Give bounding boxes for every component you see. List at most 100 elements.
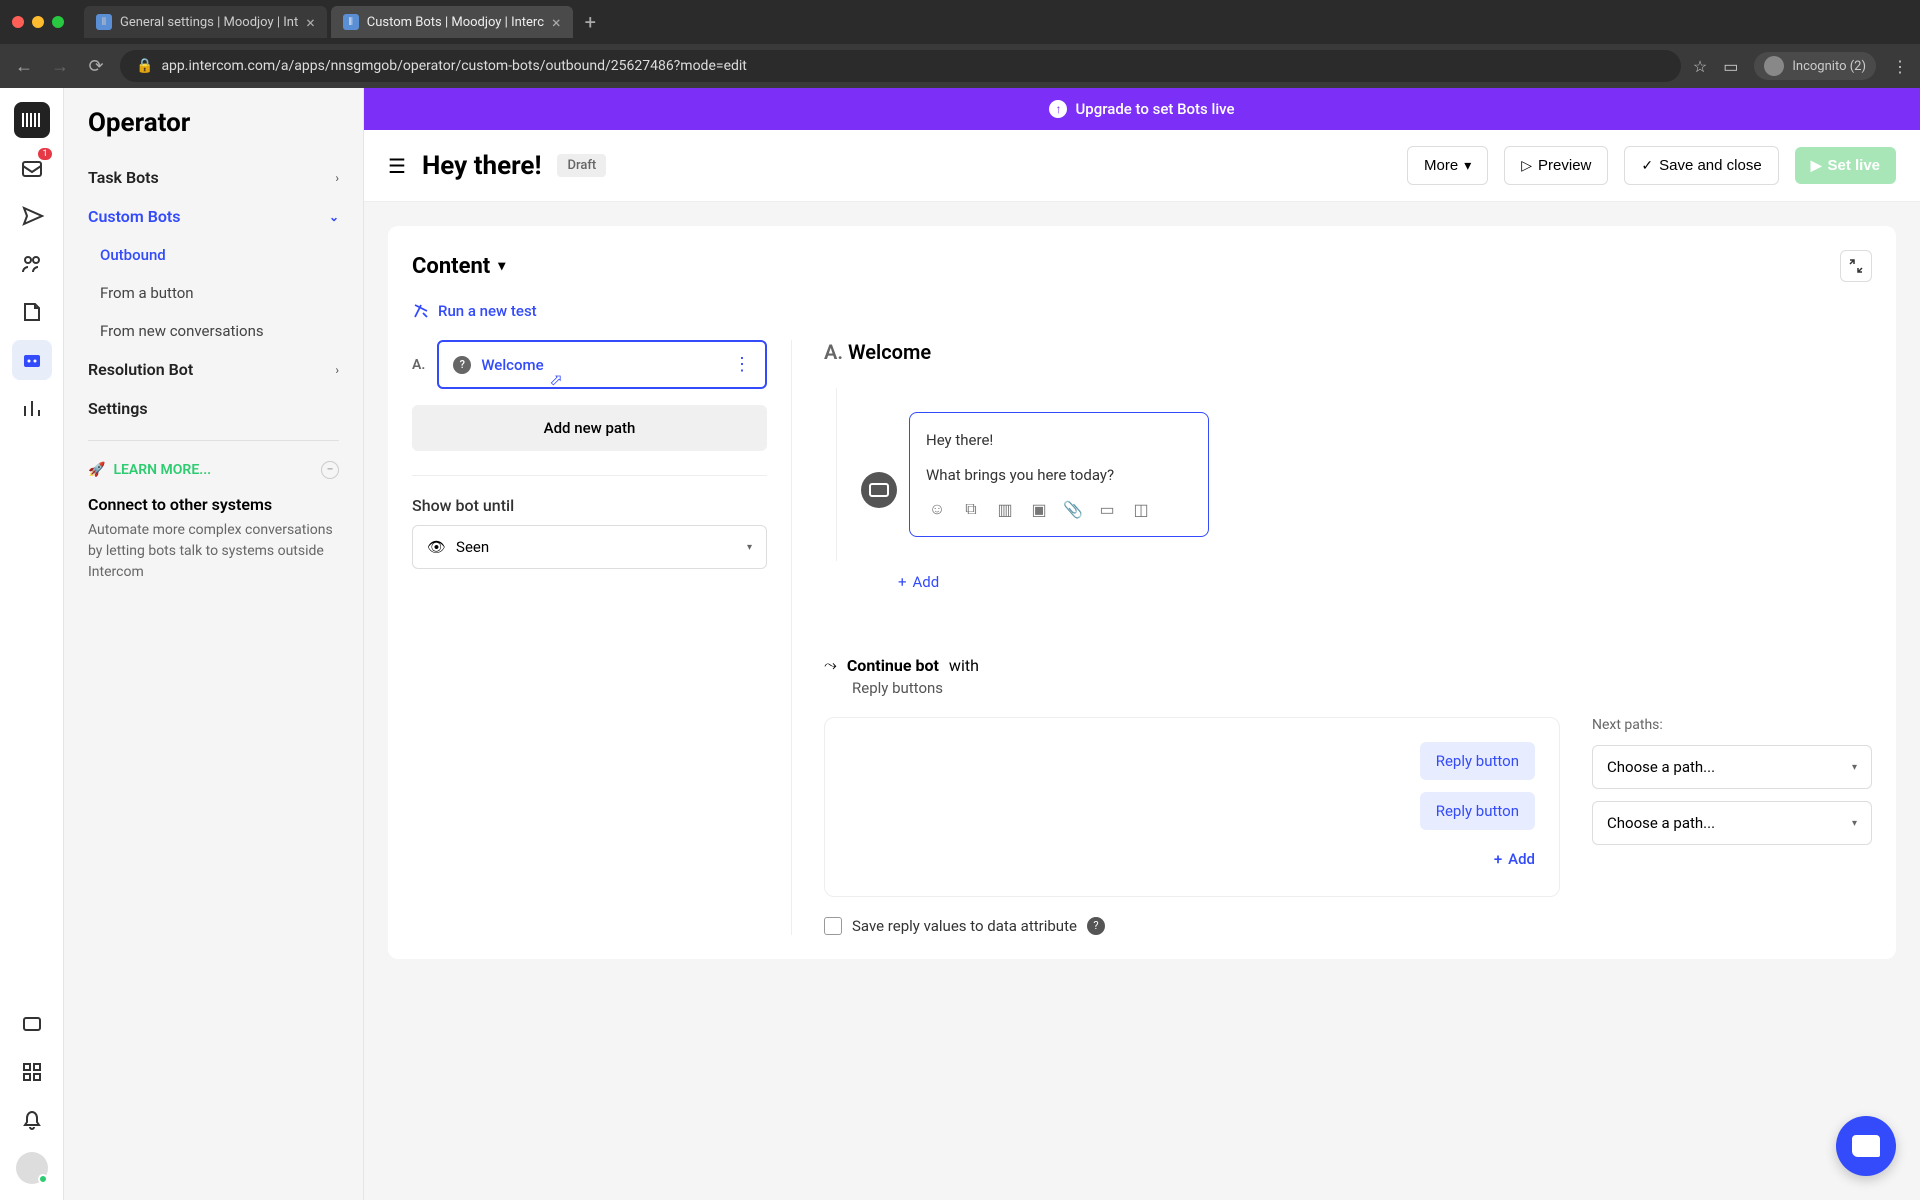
kebab-menu-icon[interactable]: ⋮ <box>1892 57 1908 76</box>
editor-name: Welcome <box>848 340 931 364</box>
rocket-icon: 🚀 <box>88 462 105 478</box>
sidebar-item-outbound[interactable]: Outbound <box>64 236 363 274</box>
sidebar-item-label: Task Bots <box>88 168 159 187</box>
sidebar-item-from-button[interactable]: From a button <box>64 274 363 312</box>
incognito-badge[interactable]: Incognito (2) <box>1754 52 1876 80</box>
continue-label-bold: Continue bot <box>847 656 939 675</box>
reload-button[interactable]: ⟳ <box>84 56 108 77</box>
intercom-icon <box>1852 1135 1880 1157</box>
rail-reports[interactable] <box>12 388 52 428</box>
new-tab-button[interactable]: + <box>577 10 604 34</box>
rail-messages[interactable] <box>12 1004 52 1044</box>
editor-title: A. Welcome <box>824 340 1872 364</box>
collapse-icon[interactable]: − <box>321 461 339 479</box>
rail-outbound[interactable] <box>12 196 52 236</box>
rail-avatar[interactable] <box>12 1148 52 1188</box>
maximize-window-icon[interactable] <box>52 16 64 28</box>
kebab-icon[interactable]: ⋮ <box>733 354 751 375</box>
favicon-icon: ⦀ <box>96 14 112 30</box>
plus-icon: + <box>898 573 907 591</box>
more-label: More <box>1424 157 1458 174</box>
video-icon[interactable]: ▭ <box>1096 498 1118 520</box>
learn-more-toggle[interactable]: 🚀 LEARN MORE... − <box>64 453 363 487</box>
forward-button[interactable]: → <box>48 56 72 77</box>
browser-tab-1[interactable]: ⦀ General settings | Moodjoy | Int × <box>84 6 327 38</box>
more-button[interactable]: More ▾ <box>1407 146 1488 185</box>
add-path-button[interactable]: Add new path <box>412 405 767 451</box>
sidebar-item-label: From new conversations <box>100 322 264 340</box>
add-path-label: Add new path <box>544 419 636 437</box>
message-line-2: What brings you here today? <box>926 464 1192 487</box>
save-reply-checkbox[interactable] <box>824 917 842 935</box>
rail-logo[interactable] <box>12 100 52 140</box>
sidebar-item-label: Resolution Bot <box>88 360 193 379</box>
add-message-link[interactable]: + Add <box>824 573 1872 591</box>
rail-contacts[interactable] <box>12 244 52 284</box>
preview-label: Preview <box>1538 157 1591 174</box>
chevron-right-icon: › <box>335 363 339 377</box>
rail-apps[interactable] <box>12 1052 52 1092</box>
save-close-button[interactable]: ✓ Save and close <box>1624 146 1778 185</box>
path-letter: A. <box>412 357 425 373</box>
rail-notifications[interactable] <box>12 1100 52 1140</box>
browser-tab-2[interactable]: ⦀ Custom Bots | Moodjoy | Interc × <box>331 6 573 38</box>
image-icon[interactable]: ▣ <box>1028 498 1050 520</box>
avatar-icon <box>16 1152 48 1184</box>
help-icon[interactable]: ? <box>1087 917 1105 935</box>
sidebar: Operator Task Bots › Custom Bots ⌄ Outbo… <box>64 88 364 1200</box>
sidebar-item-task-bots[interactable]: Task Bots › <box>64 158 363 197</box>
reply-button-2[interactable]: Reply button <box>1420 792 1535 830</box>
sidebar-item-from-new-conv[interactable]: From new conversations <box>64 312 363 350</box>
message-text[interactable]: Hey there! What brings you here today? <box>926 429 1192 486</box>
message-bubble[interactable]: Hey there! What brings you here today? ☺… <box>909 412 1209 537</box>
incognito-icon <box>1764 56 1784 76</box>
back-button[interactable]: ← <box>12 56 36 77</box>
attachment-icon[interactable]: 📎 <box>1062 498 1084 520</box>
content-title[interactable]: Content ▾ <box>412 254 505 279</box>
banner-text: Upgrade to set Bots live <box>1075 100 1234 118</box>
window-controls <box>12 16 64 28</box>
arrow-right-icon: ⤳ <box>824 655 837 675</box>
sidebar-item-label: Settings <box>88 399 148 418</box>
learn-card[interactable]: Connect to other systems Automate more c… <box>64 487 363 591</box>
minimize-window-icon[interactable] <box>32 16 44 28</box>
panel-icon[interactable]: ▭ <box>1723 57 1738 76</box>
divider <box>412 475 767 476</box>
next-path-select-1[interactable]: Choose a path... ▾ <box>1592 745 1872 789</box>
set-live-button[interactable]: ▶ Set live <box>1795 147 1896 184</box>
preview-button[interactable]: ▷ Preview <box>1504 146 1608 185</box>
learn-card-body: Automate more complex conversations by l… <box>88 520 339 583</box>
rail-operator[interactable] <box>12 340 52 380</box>
article-icon[interactable]: ▥ <box>994 498 1016 520</box>
close-window-icon[interactable] <box>12 16 24 28</box>
hamburger-icon[interactable]: ☰ <box>388 154 406 178</box>
sidebar-item-settings[interactable]: Settings <box>64 389 363 428</box>
content-title-text: Content <box>412 254 490 279</box>
sidebar-title: Operator <box>64 108 363 158</box>
close-tab-icon[interactable]: × <box>306 13 315 32</box>
upgrade-banner[interactable]: ↑ Upgrade to set Bots live <box>364 88 1920 130</box>
app-icon[interactable]: ◫ <box>1130 498 1152 520</box>
sidebar-item-custom-bots[interactable]: Custom Bots ⌄ <box>64 197 363 236</box>
next-path-select-2[interactable]: Choose a path... ▾ <box>1592 801 1872 845</box>
run-test-link[interactable]: Run a new test <box>412 294 1872 340</box>
add-reply-link[interactable]: + Add <box>1494 850 1535 868</box>
caret-down-icon: ▾ <box>1464 157 1471 174</box>
rail-inbox[interactable]: 1 <box>12 148 52 188</box>
emoji-icon[interactable]: ☺ <box>926 498 948 520</box>
continue-section: ⤳ Continue bot with Reply buttons Reply … <box>824 631 1872 935</box>
gif-icon[interactable]: ⧉ <box>960 498 982 520</box>
intercom-launcher[interactable] <box>1836 1116 1896 1176</box>
continue-sub: Reply buttons <box>852 679 1872 697</box>
star-icon[interactable]: ☆ <box>1693 57 1707 76</box>
path-chip-welcome[interactable]: ? Welcome ⋮ ⬀ <box>437 340 767 389</box>
url-field[interactable]: 🔒 app.intercom.com/a/apps/nnsgmgob/opera… <box>120 50 1681 82</box>
rail-articles[interactable] <box>12 292 52 332</box>
learn-card-title: Connect to other systems <box>88 495 339 514</box>
incognito-text: Incognito (2) <box>1792 59 1866 74</box>
sidebar-item-resolution-bot[interactable]: Resolution Bot › <box>64 350 363 389</box>
reply-button-1[interactable]: Reply button <box>1420 742 1535 780</box>
expand-icon[interactable] <box>1840 250 1872 282</box>
close-tab-icon[interactable]: × <box>552 13 561 32</box>
show-until-select[interactable]: 👁 Seen ▾ <box>412 525 767 569</box>
